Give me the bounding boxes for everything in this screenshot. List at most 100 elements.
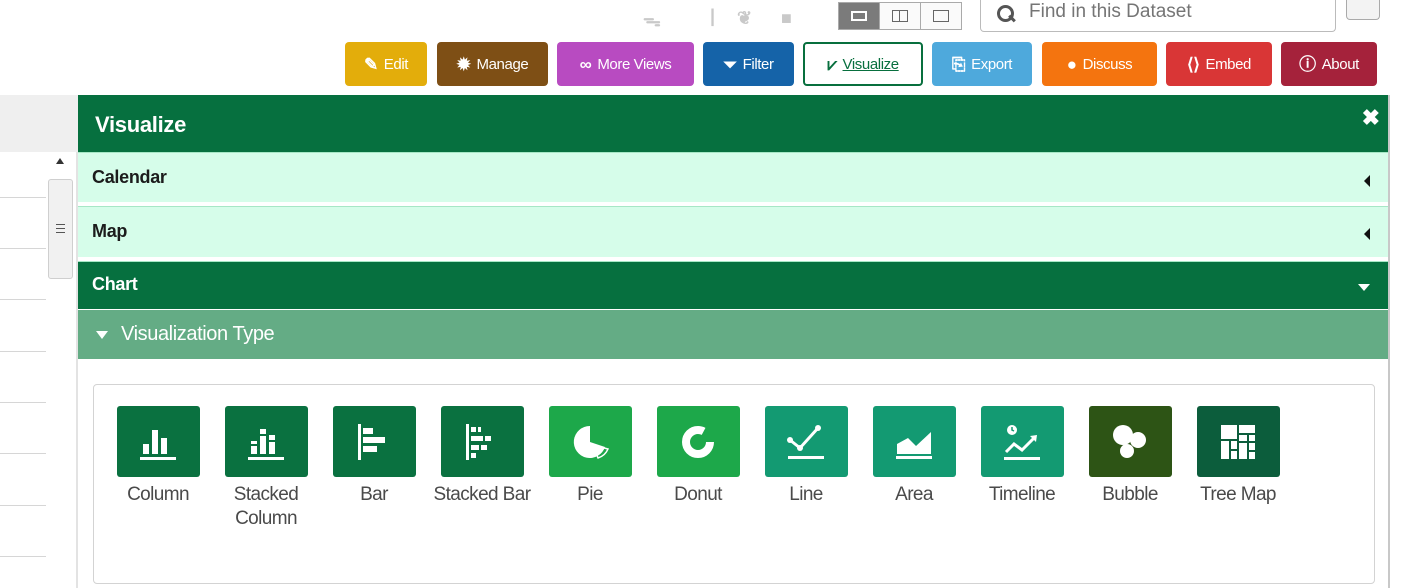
dataset-search <box>980 0 1336 32</box>
close-icon[interactable]: ✖ <box>1362 105 1380 131</box>
timeline-label: Timeline <box>988 484 1056 505</box>
page-view-icon <box>933 10 949 22</box>
donut-chart-icon <box>682 425 714 458</box>
visualization-type-header[interactable]: Visualization Type <box>78 310 1388 359</box>
split-view-button[interactable] <box>879 2 921 30</box>
triangle-down-icon <box>96 331 108 339</box>
panel-border <box>1388 95 1390 588</box>
pie-tile <box>548 406 632 477</box>
search-icon <box>995 5 1019 23</box>
donut-label: Donut <box>674 484 722 505</box>
timeline-tile <box>980 406 1064 477</box>
grid-row-divider <box>0 197 46 198</box>
stacked-bar-tile <box>440 406 524 477</box>
chart-section-label: Chart <box>92 274 138 294</box>
column-tile <box>116 406 200 477</box>
facebook-icon[interactable]: | <box>710 6 715 27</box>
stacked-bar-label: Stacked Bar <box>433 484 532 505</box>
column-label: Column <box>127 484 189 505</box>
visualize-panel: Visualize ✖ Calendar Map Chart Visualiza… <box>78 95 1388 588</box>
edit-button[interactable]: ✎ Edit <box>345 42 427 86</box>
pie-type-option[interactable]: Pie <box>538 406 642 507</box>
manage-button[interactable]: ✹ Manage <box>437 42 548 86</box>
caret-left-icon <box>1364 228 1370 240</box>
bubble-label: Bubble <box>1102 484 1158 505</box>
toolbar: ✎ Edit ✹ Manage ∞ More Views ⏷ Filter ⩗ … <box>0 42 1404 86</box>
grid-row-divider <box>0 299 46 300</box>
pencil-icon: ✎ <box>363 54 378 74</box>
bubble-tile <box>1088 406 1172 477</box>
page-view-button[interactable] <box>920 2 962 30</box>
area-label: Area <box>895 484 933 505</box>
panel-header: Visualize ✖ <box>78 95 1388 152</box>
map-section[interactable]: Map <box>78 206 1388 257</box>
more-options-button[interactable] <box>1346 0 1380 20</box>
binoculars-icon: ∞ <box>579 54 592 74</box>
grid-view-button[interactable] <box>838 2 880 30</box>
split-view-icon <box>892 10 908 22</box>
grid-row-divider <box>0 505 46 506</box>
area-chart-icon <box>896 431 932 459</box>
timeline-type-option[interactable]: Timeline <box>970 406 1074 507</box>
grid-header <box>0 95 78 152</box>
grid-row-divider <box>0 453 46 454</box>
info-icon: ⓘ <box>1299 54 1316 74</box>
caret-down-icon <box>1358 284 1370 291</box>
discuss-button[interactable]: ● Discuss <box>1042 42 1157 86</box>
grid-row-divider <box>0 556 46 557</box>
map-section-label: Map <box>92 221 128 241</box>
stacked-bar-type-option[interactable]: Stacked Bar <box>430 406 534 507</box>
column-type-option[interactable]: Column <box>106 406 210 507</box>
column-chart-icon <box>140 429 176 460</box>
bar-tile <box>332 406 416 477</box>
bar-chart-icon <box>358 423 385 460</box>
visualize-button[interactable]: ⩗ Visualize <box>803 42 923 86</box>
line-type-option[interactable]: Line <box>754 406 858 507</box>
filter-label: Filter <box>742 55 774 73</box>
bar-label: Bar <box>360 484 388 505</box>
grid-row-divider <box>0 248 46 249</box>
scroll-up-arrow-icon[interactable] <box>56 158 64 164</box>
tree-map-label: Tree Map <box>1200 484 1276 505</box>
bubble-type-option[interactable]: Bubble <box>1078 406 1182 507</box>
timeline-chart-icon <box>1004 424 1040 460</box>
more-views-button[interactable]: ∞ More Views <box>557 42 694 86</box>
tree-map-type-option[interactable]: Tree Map <box>1186 406 1290 507</box>
linkedin-icon[interactable]: ■ <box>781 8 792 29</box>
visualization-type-picker: Column Stacked Column Bar Stacked Bar Pi… <box>93 384 1375 584</box>
search-input[interactable] <box>1029 1 1329 23</box>
edit-label: Edit <box>383 55 409 73</box>
visualize-label: Visualize <box>842 55 900 73</box>
panel-title: Visualize <box>95 112 187 137</box>
export-button[interactable]: ⎘ Export <box>932 42 1032 86</box>
stacked-column-label: Stacked Column <box>233 484 299 529</box>
tree-map-tile <box>1196 406 1280 477</box>
visualization-type-label: Visualization Type <box>121 323 275 345</box>
dataset-grid-edge <box>0 95 78 588</box>
bubble-chart-icon <box>1113 424 1146 458</box>
embed-label: Embed <box>1205 55 1251 73</box>
calendar-section-label: Calendar <box>92 167 167 187</box>
bar-type-option[interactable]: Bar <box>322 406 426 507</box>
funnel-icon: ⏷ <box>723 54 737 74</box>
filter-button[interactable]: ⏷ Filter <box>703 42 794 86</box>
speech-bubble-icon: ● <box>1066 54 1077 74</box>
top-strip: ᯓ | ❦ ■ <box>0 0 1404 34</box>
donut-type-option[interactable]: Donut <box>646 406 750 507</box>
area-type-option[interactable]: Area <box>862 406 966 507</box>
calendar-section[interactable]: Calendar <box>78 152 1388 202</box>
stacked-column-type-option[interactable]: Stacked Column <box>214 406 318 531</box>
caret-left-icon <box>1364 175 1370 187</box>
gear-icon: ✹ <box>456 54 471 74</box>
grid-row-divider <box>0 402 46 403</box>
export-label: Export <box>971 55 1013 73</box>
scrollbar-grip-icon <box>56 224 65 233</box>
embed-button[interactable]: ⟨⟩ Embed <box>1166 42 1272 86</box>
pie-chart-icon <box>573 425 610 459</box>
chart-section[interactable]: Chart <box>78 261 1388 309</box>
line-tile <box>764 406 848 477</box>
about-button[interactable]: ⓘ About <box>1281 42 1377 86</box>
rss-icon[interactable]: ᯓ <box>643 8 661 32</box>
line-chart-icon <box>787 424 824 459</box>
twitter-icon[interactable]: ❦ <box>737 8 752 29</box>
